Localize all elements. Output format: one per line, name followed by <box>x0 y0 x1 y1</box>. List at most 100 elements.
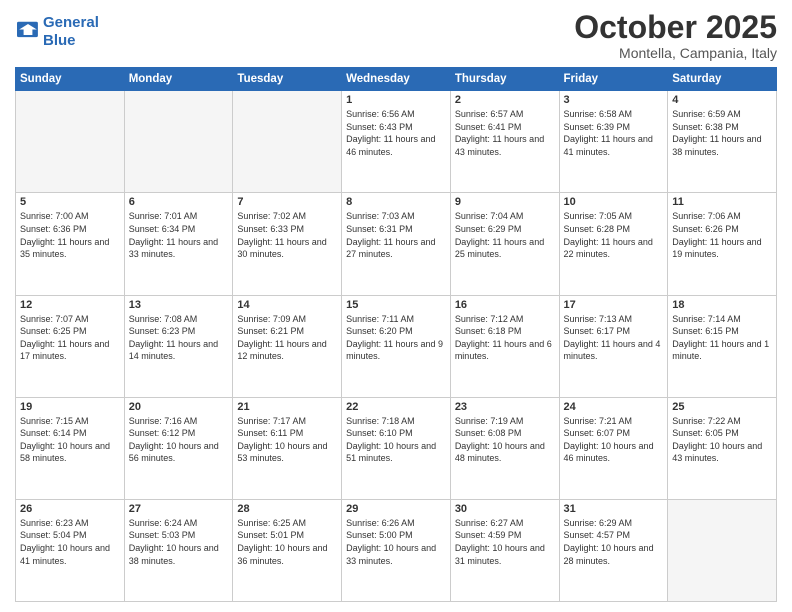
header-tuesday: Tuesday <box>233 68 342 91</box>
day-info: Sunrise: 7:09 AM Sunset: 6:21 PM Dayligh… <box>237 313 337 363</box>
day-info: Sunrise: 6:29 AM Sunset: 4:57 PM Dayligh… <box>564 517 664 567</box>
day-number: 15 <box>346 299 446 311</box>
calendar-cell: 13 Sunrise: 7:08 AM Sunset: 6:23 PM Dayli… <box>124 295 233 397</box>
day-number: 14 <box>237 299 337 311</box>
day-info: Sunrise: 7:12 AM Sunset: 6:18 PM Dayligh… <box>455 313 555 363</box>
day-number: 30 <box>455 503 555 515</box>
day-number: 23 <box>455 401 555 413</box>
day-number: 7 <box>237 196 337 208</box>
header: General Blue October 2025 Montella, Camp… <box>15 10 777 61</box>
day-number: 21 <box>237 401 337 413</box>
day-info: Sunrise: 7:17 AM Sunset: 6:11 PM Dayligh… <box>237 415 337 465</box>
day-info: Sunrise: 7:19 AM Sunset: 6:08 PM Dayligh… <box>455 415 555 465</box>
logo-general: General <box>43 14 99 31</box>
calendar-cell: 26 Sunrise: 6:23 AM Sunset: 5:04 PM Dayli… <box>16 499 125 601</box>
logo-blue: Blue <box>43 32 99 50</box>
day-number: 26 <box>20 503 120 515</box>
calendar-cell: 14 Sunrise: 7:09 AM Sunset: 6:21 PM Dayli… <box>233 295 342 397</box>
day-number: 13 <box>129 299 229 311</box>
day-number: 3 <box>564 94 664 106</box>
day-number: 19 <box>20 401 120 413</box>
day-number: 16 <box>455 299 555 311</box>
calendar-cell: 23 Sunrise: 7:19 AM Sunset: 6:08 PM Dayli… <box>450 397 559 499</box>
day-number: 4 <box>672 94 772 106</box>
calendar-cell: 10 Sunrise: 7:05 AM Sunset: 6:28 PM Dayli… <box>559 193 668 295</box>
logo: General Blue <box>15 14 99 50</box>
day-info: Sunrise: 7:08 AM Sunset: 6:23 PM Dayligh… <box>129 313 229 363</box>
day-info: Sunrise: 6:23 AM Sunset: 5:04 PM Dayligh… <box>20 517 120 567</box>
calendar-table: Sunday Monday Tuesday Wednesday Thursday… <box>15 67 777 602</box>
header-thursday: Thursday <box>450 68 559 91</box>
calendar-cell: 5Sunrise: 7:00 AM Sunset: 6:36 PM Daylig… <box>16 193 125 295</box>
day-info: Sunrise: 7:22 AM Sunset: 6:05 PM Dayligh… <box>672 415 772 465</box>
calendar-cell: 21 Sunrise: 7:17 AM Sunset: 6:11 PM Dayli… <box>233 397 342 499</box>
calendar-cell: 1 Sunrise: 6:56 AM Sunset: 6:43 PM Daylig… <box>342 91 451 193</box>
page: General Blue October 2025 Montella, Camp… <box>0 0 792 612</box>
day-info: Sunrise: 6:27 AM Sunset: 4:59 PM Dayligh… <box>455 517 555 567</box>
day-info: Sunrise: 7:11 AM Sunset: 6:20 PM Dayligh… <box>346 313 446 363</box>
day-info: Sunrise: 6:24 AM Sunset: 5:03 PM Dayligh… <box>129 517 229 567</box>
calendar-week-4: 19 Sunrise: 7:15 AM Sunset: 6:14 PM Dayli… <box>16 397 777 499</box>
logo-icon <box>17 19 39 41</box>
day-info: Sunrise: 6:56 AM Sunset: 6:43 PM Dayligh… <box>346 108 446 158</box>
day-info: Sunrise: 7:01 AM Sunset: 6:34 PM Dayligh… <box>129 210 229 260</box>
header-sunday: Sunday <box>16 68 125 91</box>
day-number: 6 <box>129 196 229 208</box>
calendar-cell: 11Sunrise: 7:06 AM Sunset: 6:26 PM Dayli… <box>668 193 777 295</box>
day-info: Sunrise: 7:05 AM Sunset: 6:28 PM Dayligh… <box>564 210 664 260</box>
day-number: 12 <box>20 299 120 311</box>
calendar-cell: 19 Sunrise: 7:15 AM Sunset: 6:14 PM Dayli… <box>16 397 125 499</box>
calendar-week-5: 26 Sunrise: 6:23 AM Sunset: 5:04 PM Dayli… <box>16 499 777 601</box>
calendar-cell: 6 Sunrise: 7:01 AM Sunset: 6:34 PM Daylig… <box>124 193 233 295</box>
day-info: Sunrise: 7:21 AM Sunset: 6:07 PM Dayligh… <box>564 415 664 465</box>
calendar-cell: 12 Sunrise: 7:07 AM Sunset: 6:25 PM Dayli… <box>16 295 125 397</box>
day-info: Sunrise: 6:59 AM Sunset: 6:38 PM Dayligh… <box>672 108 772 158</box>
header-friday: Friday <box>559 68 668 91</box>
day-number: 2 <box>455 94 555 106</box>
day-info: Sunrise: 6:58 AM Sunset: 6:39 PM Dayligh… <box>564 108 664 158</box>
calendar-cell <box>233 91 342 193</box>
day-info: Sunrise: 7:13 AM Sunset: 6:17 PM Dayligh… <box>564 313 664 363</box>
day-number: 25 <box>672 401 772 413</box>
day-info: Sunrise: 7:07 AM Sunset: 6:25 PM Dayligh… <box>20 313 120 363</box>
day-info: Sunrise: 7:18 AM Sunset: 6:10 PM Dayligh… <box>346 415 446 465</box>
calendar-cell: 20 Sunrise: 7:16 AM Sunset: 6:12 PM Dayli… <box>124 397 233 499</box>
day-info: Sunrise: 6:26 AM Sunset: 5:00 PM Dayligh… <box>346 517 446 567</box>
day-number: 31 <box>564 503 664 515</box>
calendar-cell: 4 Sunrise: 6:59 AM Sunset: 6:38 PM Daylig… <box>668 91 777 193</box>
calendar-header-row: Sunday Monday Tuesday Wednesday Thursday… <box>16 68 777 91</box>
day-info: Sunrise: 7:00 AM Sunset: 6:36 PM Dayligh… <box>20 210 120 260</box>
day-number: 10 <box>564 196 664 208</box>
day-number: 8 <box>346 196 446 208</box>
day-number: 22 <box>346 401 446 413</box>
day-number: 11 <box>672 196 772 208</box>
day-number: 29 <box>346 503 446 515</box>
calendar-cell: 9Sunrise: 7:04 AM Sunset: 6:29 PM Daylig… <box>450 193 559 295</box>
calendar-cell: 18Sunrise: 7:14 AM Sunset: 6:15 PM Dayli… <box>668 295 777 397</box>
calendar-cell: 31 Sunrise: 6:29 AM Sunset: 4:57 PM Dayli… <box>559 499 668 601</box>
day-number: 9 <box>455 196 555 208</box>
calendar-cell <box>668 499 777 601</box>
day-number: 27 <box>129 503 229 515</box>
day-number: 1 <box>346 94 446 106</box>
logo-text: General Blue <box>43 14 99 50</box>
calendar-cell <box>124 91 233 193</box>
logo-content <box>15 19 39 46</box>
day-info: Sunrise: 7:16 AM Sunset: 6:12 PM Dayligh… <box>129 415 229 465</box>
calendar-cell: 29 Sunrise: 6:26 AM Sunset: 5:00 PM Dayli… <box>342 499 451 601</box>
day-number: 17 <box>564 299 664 311</box>
day-info: Sunrise: 7:15 AM Sunset: 6:14 PM Dayligh… <box>20 415 120 465</box>
calendar-cell: 22 Sunrise: 7:18 AM Sunset: 6:10 PM Dayli… <box>342 397 451 499</box>
day-info: Sunrise: 7:03 AM Sunset: 6:31 PM Dayligh… <box>346 210 446 260</box>
calendar-cell: 30 Sunrise: 6:27 AM Sunset: 4:59 PM Dayli… <box>450 499 559 601</box>
day-number: 20 <box>129 401 229 413</box>
day-number: 28 <box>237 503 337 515</box>
calendar-cell: 24Sunrise: 7:21 AM Sunset: 6:07 PM Dayli… <box>559 397 668 499</box>
calendar-cell: 27 Sunrise: 6:24 AM Sunset: 5:03 PM Dayli… <box>124 499 233 601</box>
calendar-cell <box>16 91 125 193</box>
header-wednesday: Wednesday <box>342 68 451 91</box>
calendar-subtitle: Montella, Campania, Italy <box>574 45 777 61</box>
day-info: Sunrise: 6:25 AM Sunset: 5:01 PM Dayligh… <box>237 517 337 567</box>
calendar-cell: 7Sunrise: 7:02 AM Sunset: 6:33 PM Daylig… <box>233 193 342 295</box>
calendar-week-3: 12 Sunrise: 7:07 AM Sunset: 6:25 PM Dayli… <box>16 295 777 397</box>
